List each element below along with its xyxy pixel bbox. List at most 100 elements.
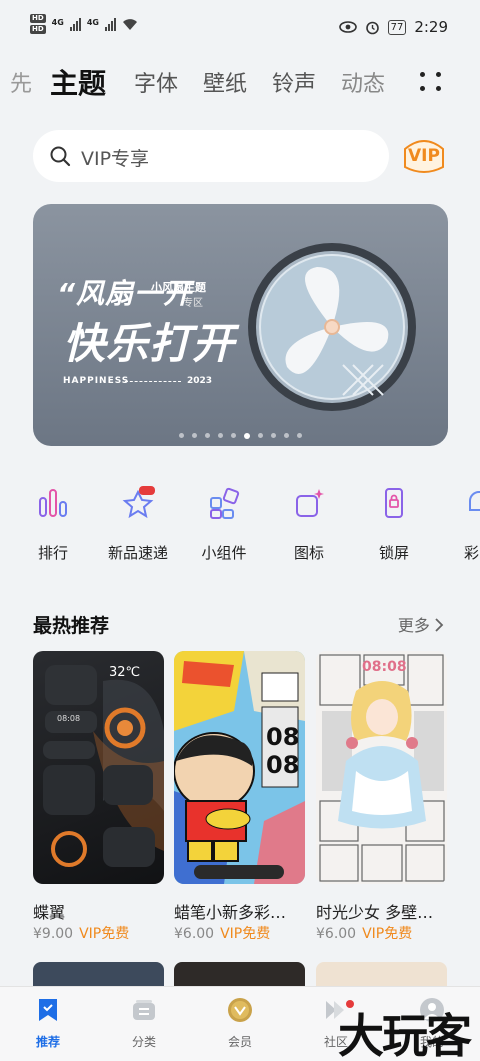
search-input[interactable]: VIP专享 xyxy=(81,144,149,171)
preview-clock-hour: 08 xyxy=(266,723,300,751)
pager-dot[interactable] xyxy=(271,433,276,438)
theme-store-page: { "status_bar": { "hd1": "HD", "hd2": "H… xyxy=(0,0,480,1061)
nav-recommend[interactable]: 推荐 xyxy=(13,997,83,1050)
star-new-icon xyxy=(122,486,155,519)
quick-link-label: 新品速递 xyxy=(107,544,168,562)
chevron-right-icon xyxy=(435,618,444,632)
search-bar[interactable]: VIP专享 xyxy=(33,130,389,182)
pager-dot[interactable] xyxy=(284,433,289,438)
preview-clock: 08:08 xyxy=(57,714,81,723)
more-tabs-icon[interactable] xyxy=(420,72,444,92)
eye-icon xyxy=(338,21,357,33)
signal-icon xyxy=(69,17,81,31)
banner-pager[interactable] xyxy=(33,433,448,439)
signal-icon xyxy=(104,17,116,31)
ranking-icon xyxy=(39,489,67,517)
vip-free-tag: VIP免费 xyxy=(79,926,130,942)
pager-dot[interactable] xyxy=(192,433,197,438)
quick-links: 排行 新品速递 小组件 图标 锁屏 彩 xyxy=(0,486,480,566)
search-icon xyxy=(50,146,71,167)
watermark-text: 大玩客 xyxy=(338,1009,472,1061)
pager-dot[interactable] xyxy=(205,433,210,438)
nav-label: 会员 xyxy=(227,1035,252,1049)
bell-icon xyxy=(469,491,480,511)
theme-card-time-girl[interactable]: 08:08 xyxy=(316,651,447,884)
icon-pack-icon xyxy=(296,489,324,517)
hd-label: HD xyxy=(30,14,46,23)
nav-member[interactable]: 会员 xyxy=(205,997,275,1050)
quick-link-label: 排行 xyxy=(37,544,68,562)
vip-free-tag: VIP免费 xyxy=(362,926,413,942)
quick-link-label: 彩 xyxy=(464,544,480,562)
network-label: 4G xyxy=(86,18,99,27)
alarm-icon xyxy=(365,21,379,34)
theme-name[interactable]: 时光少女 多壁… xyxy=(316,899,433,923)
status-bar: HD HD 4G 4G 77 2:29 xyxy=(0,0,480,52)
section-title: 最热推荐 xyxy=(33,615,110,637)
pager-dot[interactable] xyxy=(231,433,236,438)
quick-link-label: 锁屏 xyxy=(378,544,409,562)
wifi-icon xyxy=(122,18,137,30)
quick-link-ranking[interactable]: 排行 xyxy=(13,486,93,563)
quick-link-new[interactable]: 新品速递 xyxy=(98,486,178,563)
theme-price: ¥6.00 VIP免费 xyxy=(316,923,412,943)
pager-dot[interactable] xyxy=(179,433,184,438)
tab-font[interactable]: 字体 xyxy=(134,66,178,98)
recommend-icon xyxy=(39,999,57,1021)
quick-link-ringtone-partial[interactable]: 彩 xyxy=(440,486,480,563)
nav-label: 推荐 xyxy=(35,1035,60,1049)
theme-card-butterfly[interactable]: 32℃ 08:08 xyxy=(33,651,164,884)
price-value: ¥9.00 xyxy=(33,926,74,942)
pager-dot[interactable] xyxy=(218,433,223,438)
vip-button[interactable]: VIP xyxy=(401,137,447,175)
tab-wallpaper[interactable]: 壁纸 xyxy=(203,66,247,98)
banner-year: 2023 xyxy=(187,376,213,386)
theme-price: ¥6.00 VIP免费 xyxy=(174,923,270,943)
theme-price: ¥9.00 VIP免费 xyxy=(33,923,129,943)
more-label: 更多 xyxy=(397,616,430,635)
battery-icon: 77 xyxy=(387,19,407,35)
member-icon xyxy=(228,998,252,1022)
banner-headline: 快乐打开 xyxy=(63,319,236,368)
status-left: HD HD 4G 4G xyxy=(30,14,138,34)
nav-label: 分类 xyxy=(131,1035,156,1049)
theme-card-crayon-shin[interactable]: 08 08 xyxy=(174,651,305,884)
pager-dot[interactable] xyxy=(244,433,250,439)
price-value: ¥6.00 xyxy=(174,926,215,942)
preview-clock-minute: 08 xyxy=(266,751,300,779)
category-tabs: 先 主题 字体 壁纸 铃声 动态 xyxy=(0,62,480,102)
nav-category[interactable]: 分类 xyxy=(109,997,179,1050)
more-link[interactable]: 更多 xyxy=(398,612,444,636)
banner-divider xyxy=(125,381,181,382)
vip-free-tag: VIP免费 xyxy=(220,926,271,942)
promo-banner[interactable]: “风扇一开 小风扇主题 专区 快乐打开 HAPPINESS 2023 xyxy=(33,204,448,446)
clock: 2:29 xyxy=(414,18,448,36)
category-icon xyxy=(133,1000,155,1020)
quick-link-label: 图标 xyxy=(293,544,324,562)
banner-tagline: HAPPINESS xyxy=(63,376,130,386)
quick-link-lockscreen[interactable]: 锁屏 xyxy=(354,486,434,563)
theme-name[interactable]: 蝶翼 xyxy=(33,899,65,923)
banner-subtitle: 小风扇主题 xyxy=(151,281,206,294)
preview-temperature: 32℃ xyxy=(109,665,141,680)
theme-name[interactable]: 蜡笔小新多彩… xyxy=(174,899,286,923)
tab-prev-partial[interactable]: 先 xyxy=(10,66,32,98)
widget-icon xyxy=(210,487,240,519)
quick-link-widget[interactable]: 小组件 xyxy=(184,486,264,563)
vip-label: VIP xyxy=(408,146,440,166)
status-right: 77 2:29 xyxy=(338,18,448,36)
theme-preview-image xyxy=(316,651,447,884)
lock-screen-icon xyxy=(385,488,403,518)
fan-illustration xyxy=(248,243,416,411)
quick-link-label: 小组件 xyxy=(201,544,247,562)
theme-preview-image xyxy=(43,665,164,867)
banner-tag: 专区 xyxy=(183,298,203,309)
quick-link-icons[interactable]: 图标 xyxy=(269,486,349,563)
tab-live[interactable]: 动态 xyxy=(341,66,385,98)
pager-dot[interactable] xyxy=(258,433,263,438)
hd-indicator: HD HD xyxy=(30,14,46,34)
tab-theme[interactable]: 主题 xyxy=(50,62,106,102)
pager-dot[interactable] xyxy=(297,433,302,438)
tab-ringtone[interactable]: 铃声 xyxy=(272,66,316,98)
preview-clock: 08:08 xyxy=(362,659,407,675)
